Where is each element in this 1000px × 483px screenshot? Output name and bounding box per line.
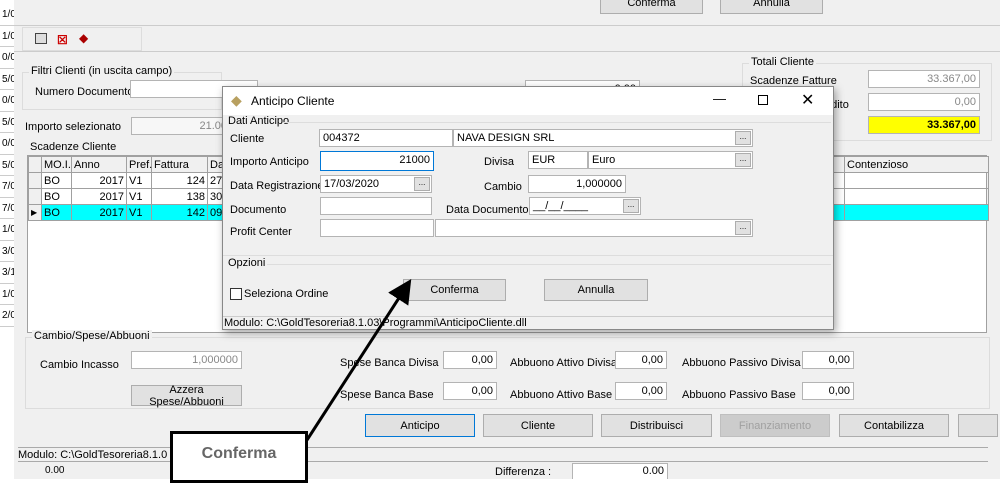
callout-arrow — [305, 278, 412, 441]
callout-box: Conferma — [170, 431, 308, 483]
